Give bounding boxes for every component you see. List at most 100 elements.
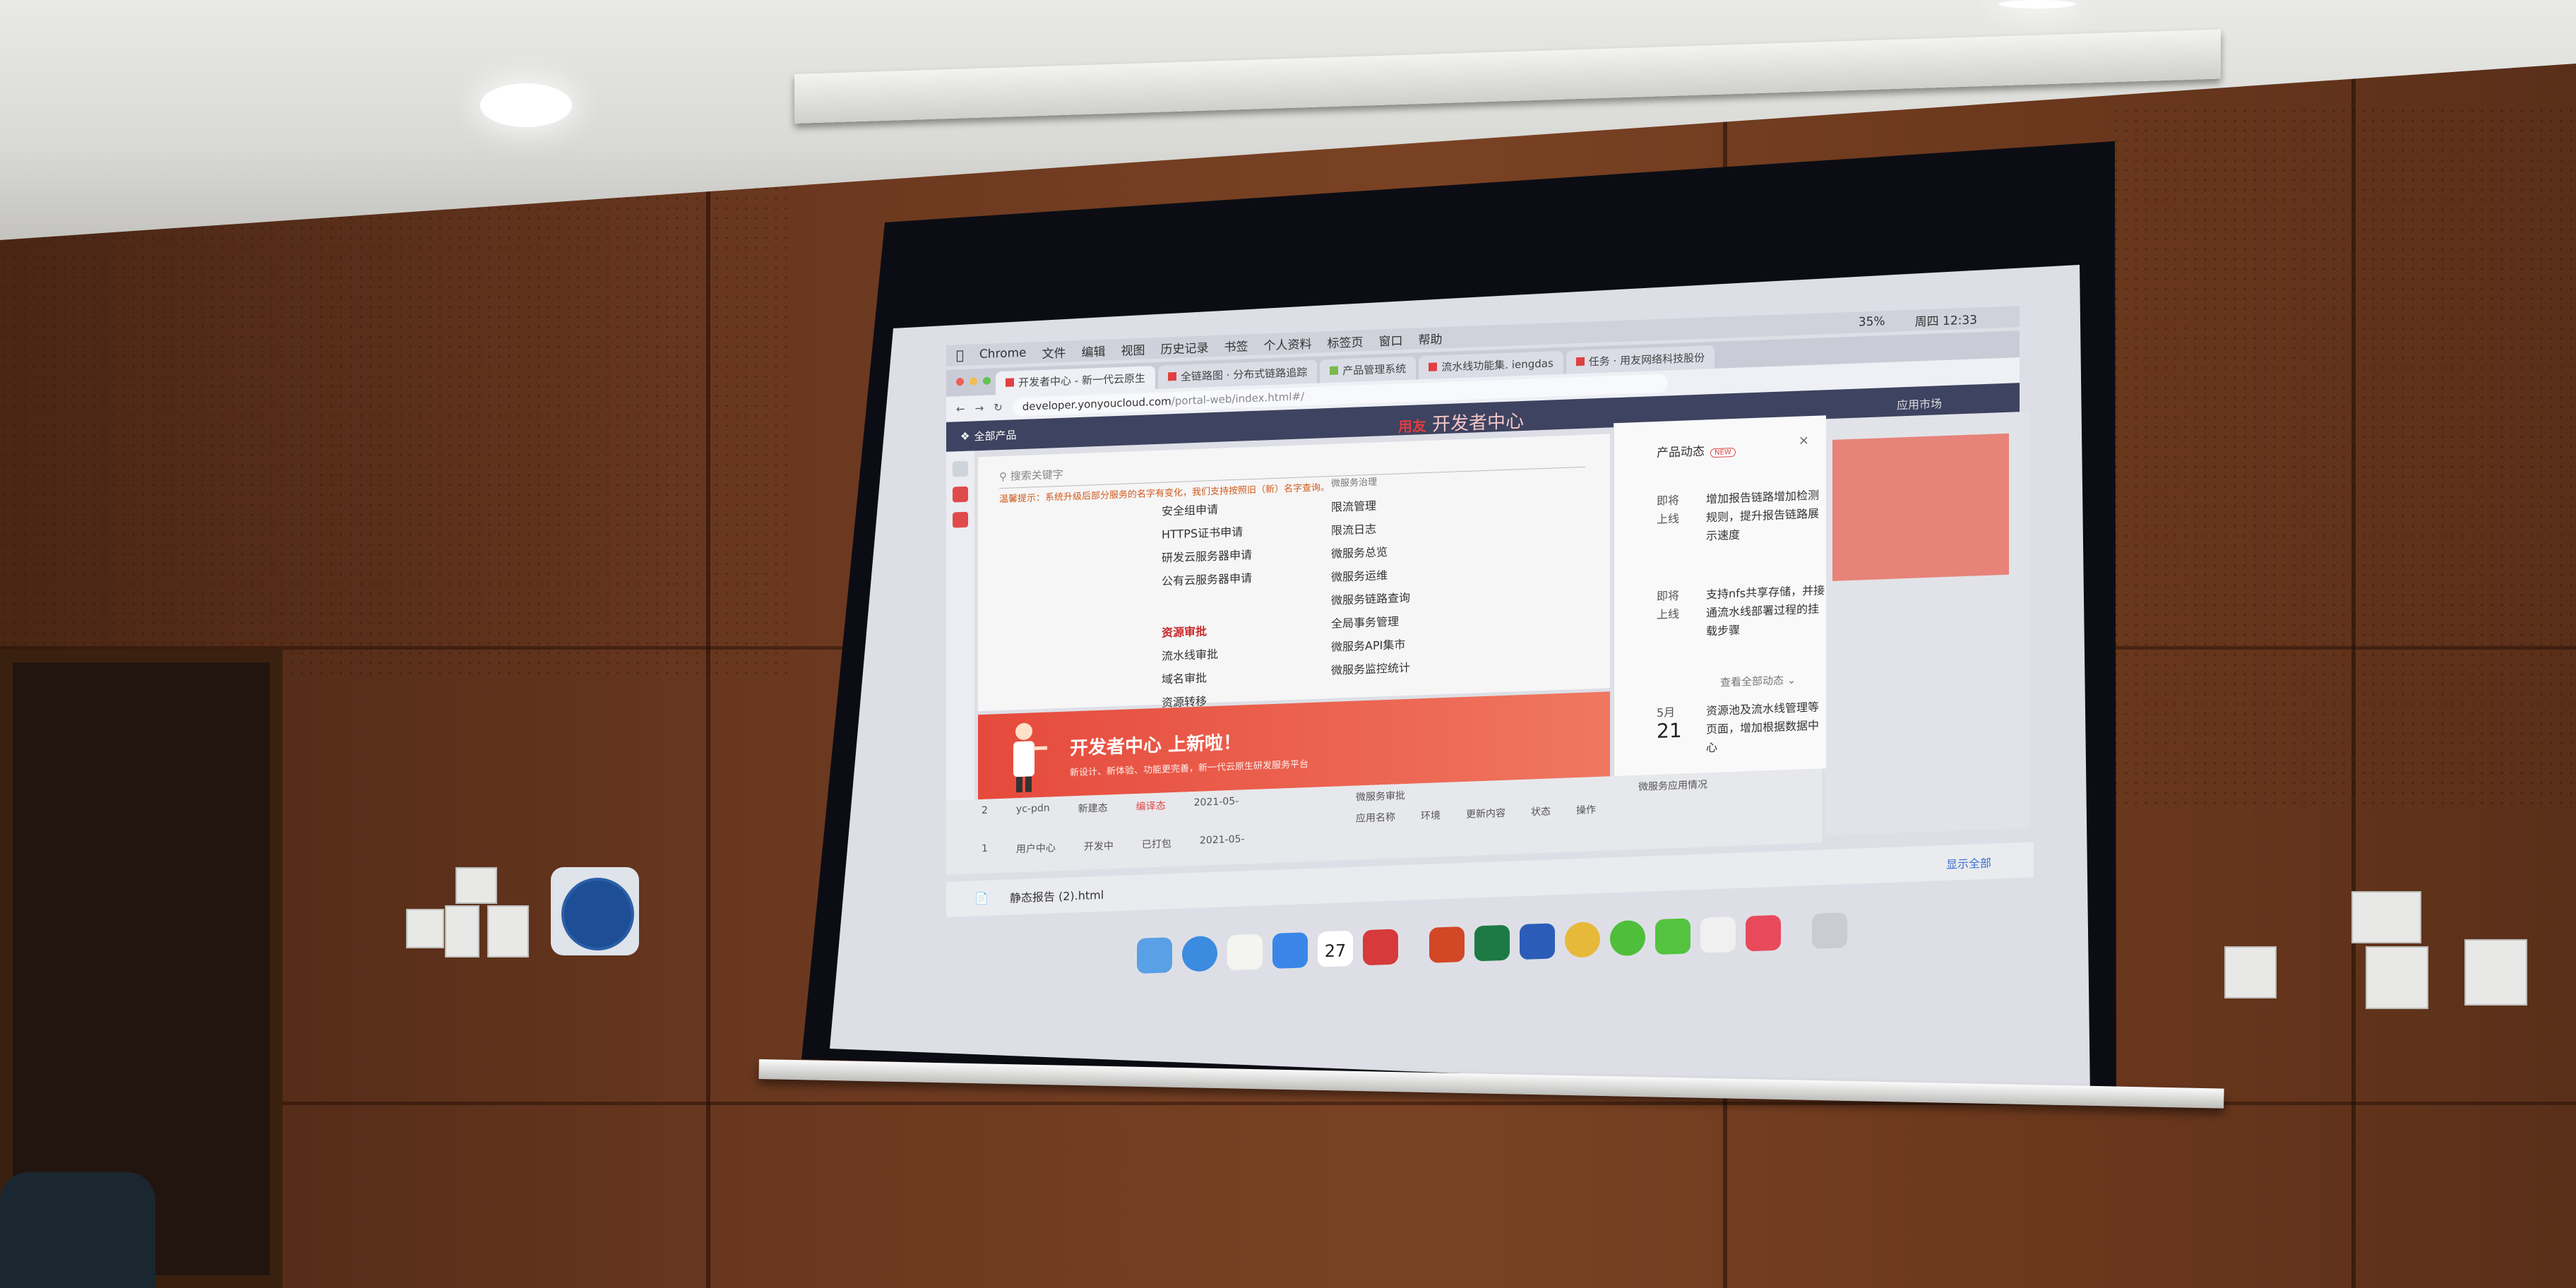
news-item[interactable]: 5月 21 资源池及流水线管理等页面，增加根据数据中心: [1657, 698, 1819, 768]
news-status: 即将上线: [1657, 493, 1680, 527]
menu-item[interactable]: 帮助: [1419, 329, 1443, 347]
menu-link[interactable]: 微服务链路查询: [1331, 586, 1410, 612]
menu-link[interactable]: 微服务API集市: [1331, 633, 1410, 659]
projected-desktop:  Chrome 文件 编辑 视图 历史记录 书签 个人资料 标签页 窗口 帮助…: [925, 298, 2041, 1017]
section-title: 微服务应用情况: [1638, 779, 1707, 793]
menu-section-heading: 微服务治理: [1331, 477, 1378, 489]
menu-item[interactable]: 编辑: [1082, 341, 1106, 359]
menu-link[interactable]: 微服务运维: [1331, 563, 1410, 589]
right-menu-column: 微服务治理 限流管理 限流日志 微服务总览 微服务运维 微服务链路查询 全局事务…: [1331, 470, 1410, 682]
menu-link[interactable]: 流水线审批: [1162, 641, 1252, 668]
wall-label: [455, 867, 497, 904]
wall-label: [2351, 891, 2421, 943]
menu-item[interactable]: 标签页: [1328, 332, 1364, 351]
url-host: developer.yonyoucloud.com: [1022, 395, 1171, 413]
notes-icon[interactable]: [1227, 934, 1263, 971]
product-news-panel: 产品动态 NEW × 即将上线 增加报告链路增加检测规则，提升报告链路展示速度 即…: [1614, 415, 1826, 777]
folder-icon[interactable]: [953, 486, 968, 503]
menu-link[interactable]: 微服务总览: [1331, 539, 1410, 566]
all-products-button[interactable]: 全部产品: [974, 427, 1016, 443]
back-icon[interactable]: ←: [956, 402, 965, 415]
menu-link[interactable]: 限流日志: [1331, 516, 1410, 542]
appstore-icon[interactable]: [1272, 932, 1308, 969]
menu-link[interactable]: HTTPS证书申请: [1162, 520, 1252, 547]
presenter-illustration: [1013, 722, 1047, 793]
zoom-window-icon[interactable]: [983, 376, 991, 385]
show-all-downloads-button[interactable]: 显示全部: [1946, 854, 1991, 872]
menu-link[interactable]: 研发云服务器申请: [1162, 543, 1252, 570]
safari-icon[interactable]: [1182, 935, 1217, 972]
minimize-window-icon[interactable]: [970, 377, 977, 386]
app-market-link[interactable]: 应用市场: [1897, 394, 1942, 412]
news-text: 资源池及流水线管理等页面，增加根据数据中心: [1706, 700, 1820, 755]
chair-back: [0, 1172, 155, 1288]
tab-favicon: [1575, 357, 1585, 366]
light-switch: [406, 909, 444, 948]
left-menu-column: 安全组申请 HTTPS证书申请 研发云服务器申请 公有云服务器申请 资源审批 流…: [1162, 496, 1252, 715]
menubar-clock[interactable]: 周四 12:33: [1915, 309, 1977, 329]
banner-subtitle: 新设计、新体验、功能更完善，新一代云原生研发服务平台: [1070, 759, 1309, 779]
ceiling-light: [1998, 0, 2076, 8]
menu-item[interactable]: 视图: [1121, 340, 1145, 358]
wall-perforation: [0, 184, 791, 678]
downloaded-file[interactable]: 静态报告 (2).html: [1010, 886, 1104, 906]
browser-tab[interactable]: 产品管理系统: [1320, 356, 1417, 383]
wechat-icon[interactable]: [1610, 919, 1645, 957]
add-icon[interactable]: [953, 460, 968, 477]
mac-dock: 27: [1137, 912, 1847, 974]
table-header: 应用名称 环境 更新内容 状态 操作: [1356, 804, 1596, 825]
menu-link[interactable]: 公有云服务器申请: [1162, 566, 1252, 593]
menu-item[interactable]: 个人资料: [1264, 333, 1312, 352]
menu-link[interactable]: 域名审批: [1162, 664, 1252, 691]
qq-icon[interactable]: [1700, 916, 1736, 953]
apple-icon[interactable]: : [956, 347, 964, 362]
reload-icon[interactable]: ↻: [994, 401, 1003, 414]
news-text: 增加报告链路增加检测规则，提升报告链路展示速度: [1706, 488, 1820, 543]
menu-link[interactable]: 限流管理: [1331, 493, 1410, 519]
chrome-icon[interactable]: [1565, 921, 1600, 958]
file-icon: 📄: [974, 891, 989, 905]
menu-section-heading: 资源审批: [1162, 624, 1208, 640]
table-row[interactable]: 1 用户中心 开发中 已打包 2021-05-: [982, 833, 1244, 857]
menu-link[interactable]: 安全组申请: [1162, 496, 1252, 523]
menu-link[interactable]: 全局事务管理: [1331, 609, 1410, 636]
news-item[interactable]: 即将上线 支持nfs共享存储，并接通流水线部署过程的挂载步骤: [1657, 582, 1825, 665]
menu-item[interactable]: 窗口: [1379, 330, 1403, 349]
finder-icon[interactable]: [1137, 937, 1172, 974]
yonyou-icon[interactable]: [1363, 929, 1398, 966]
menu-item[interactable]: 历史记录: [1161, 338, 1209, 357]
calendar-icon[interactable]: 27: [1318, 930, 1353, 967]
news-text: 支持nfs共享存储，并接通流水线部署过程的挂载步骤: [1706, 583, 1825, 638]
battery-percent[interactable]: 35%: [1859, 314, 1885, 329]
view-all-news-link[interactable]: 查看全部动态 ⌄: [1720, 672, 1796, 690]
close-window-icon[interactable]: [956, 377, 964, 386]
dashboard-background: [1825, 411, 2030, 836]
table-row[interactable]: 2 yc-pdn 新建态 编译态 2021-05-: [982, 796, 1239, 819]
wall-outlet: [445, 905, 479, 958]
news-date: 5月 21: [1657, 705, 1682, 744]
tab-favicon: [1006, 378, 1014, 387]
close-icon[interactable]: ×: [1799, 433, 1809, 448]
app-icon[interactable]: [953, 511, 968, 528]
menu-link[interactable]: 微服务监控统计: [1331, 656, 1410, 682]
banner-title: 开发者中心 上新啦！: [1070, 732, 1242, 760]
section-title: 微服务审批: [1356, 790, 1405, 804]
tab-favicon: [1330, 366, 1339, 375]
app-icon[interactable]: [1746, 914, 1781, 952]
grid-icon[interactable]: ❖: [960, 430, 970, 443]
forward-icon[interactable]: →: [975, 402, 984, 415]
powerpoint-icon[interactable]: [1429, 926, 1465, 963]
left-sidebar: [946, 451, 974, 847]
brand-logo[interactable]: 用友 开发者中心: [1398, 407, 1524, 438]
excel-icon[interactable]: [1474, 924, 1510, 962]
menu-item[interactable]: 书签: [1224, 336, 1248, 354]
word-icon[interactable]: [1520, 923, 1555, 960]
menu-item[interactable]: 文件: [1042, 342, 1066, 361]
panel-title: 产品动态 NEW: [1657, 440, 1736, 460]
wall-outlet: [2224, 946, 2277, 998]
menu-app-name[interactable]: Chrome: [979, 346, 1027, 362]
trash-icon[interactable]: [1812, 912, 1847, 949]
messages-icon[interactable]: [1655, 918, 1690, 955]
window-controls: [956, 376, 991, 386]
news-item[interactable]: 即将上线 增加报告链路增加检测规则，提升报告链路展示速度: [1657, 487, 1819, 570]
